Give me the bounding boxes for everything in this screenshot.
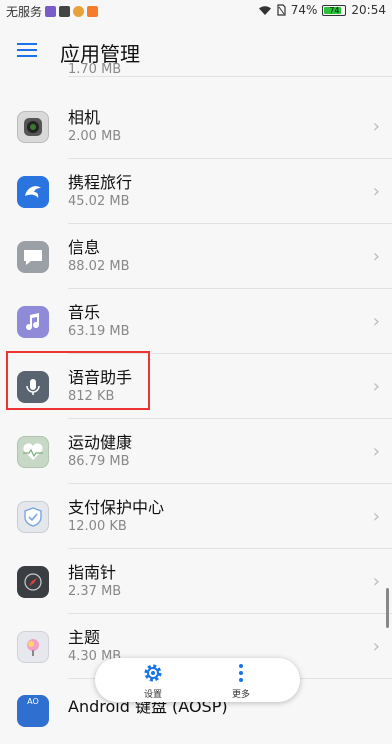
compass-icon bbox=[17, 566, 49, 598]
highlight-box bbox=[6, 351, 150, 410]
chevron-right-icon: › bbox=[372, 571, 380, 592]
image-notification-icon bbox=[59, 6, 71, 17]
chevron-right-icon: › bbox=[372, 181, 380, 202]
status-right: 74% 74 20:54 bbox=[258, 3, 386, 17]
list-item[interactable]: 信息 88.02 MB › bbox=[0, 224, 392, 289]
chevron-right-icon: › bbox=[372, 116, 380, 137]
carrier-text: 无服务 bbox=[6, 5, 43, 19]
app-size: 86.79 MB bbox=[68, 454, 130, 469]
more-label: 更多 bbox=[231, 690, 250, 700]
app-notification-icon bbox=[45, 6, 57, 17]
app-name: 支付保护中心 bbox=[68, 498, 165, 517]
no-sim-icon bbox=[277, 4, 286, 16]
scrollbar[interactable] bbox=[386, 588, 389, 628]
chevron-right-icon: › bbox=[372, 636, 380, 657]
more-vertical-icon bbox=[239, 664, 243, 682]
chevron-right-icon: › bbox=[372, 246, 380, 267]
clock: 20:54 bbox=[351, 3, 386, 17]
app-name: 信息 bbox=[68, 238, 101, 257]
list-item[interactable]: 音乐 63.19 MB › bbox=[0, 289, 392, 354]
app-bar: 应用管理 bbox=[0, 22, 392, 78]
status-bar: 无服务 74% 74 20:54 bbox=[0, 0, 392, 22]
list-item[interactable]: 支付保护中心 12.00 KB › bbox=[0, 484, 392, 549]
aosp-keyboard-icon: AO bbox=[17, 695, 49, 727]
theme-brush-icon bbox=[17, 631, 49, 663]
list-item[interactable]: 指南针 2.37 MB › bbox=[0, 549, 392, 614]
menu-icon[interactable] bbox=[14, 39, 40, 61]
music-note-icon bbox=[17, 306, 49, 338]
app-size: 2.00 MB bbox=[68, 129, 122, 144]
list-item[interactable]: 携程旅行 45.02 MB › bbox=[0, 159, 392, 224]
ctrip-dolphin-icon bbox=[17, 176, 49, 208]
list-item[interactable]: 运动健康 86.79 MB › bbox=[0, 419, 392, 484]
battery-percent: 74% bbox=[290, 3, 318, 17]
app-notification-icon-2 bbox=[87, 6, 99, 17]
app-name: 主题 bbox=[68, 628, 101, 647]
chevron-right-icon: › bbox=[372, 376, 380, 397]
app-size: 63.19 MB bbox=[68, 324, 130, 339]
list-item[interactable]: 相机 2.00 MB › bbox=[0, 94, 392, 159]
app-name: 运动健康 bbox=[68, 433, 133, 452]
settings-label: 设置 bbox=[143, 690, 162, 700]
shield-check-icon bbox=[17, 501, 49, 533]
chevron-right-icon: › bbox=[372, 441, 380, 462]
gear-icon bbox=[144, 664, 162, 682]
divider bbox=[68, 76, 392, 77]
more-button[interactable]: 更多 bbox=[211, 660, 271, 700]
camera-icon bbox=[17, 111, 49, 143]
app-size: 12.00 KB bbox=[68, 519, 127, 534]
app-name: 携程旅行 bbox=[68, 173, 133, 192]
wifi-icon bbox=[258, 5, 271, 15]
weibo-notification-icon bbox=[73, 6, 85, 17]
status-left: 无服务 bbox=[6, 3, 99, 20]
bottom-action-bar: 设置 更多 bbox=[95, 658, 300, 702]
battery-icon: 74 bbox=[322, 4, 347, 16]
app-name: 指南针 bbox=[68, 563, 117, 582]
app-name: 相机 bbox=[68, 108, 101, 127]
settings-button[interactable]: 设置 bbox=[123, 660, 183, 700]
app-size: 88.02 MB bbox=[68, 259, 130, 274]
heart-pulse-icon bbox=[17, 436, 49, 468]
chevron-right-icon: › bbox=[372, 311, 380, 332]
app-size: 45.02 MB bbox=[68, 194, 130, 209]
app-size: 2.37 MB bbox=[68, 584, 122, 599]
chevron-right-icon: › bbox=[372, 506, 380, 527]
app-name: 音乐 bbox=[68, 303, 101, 322]
message-bubble-icon bbox=[17, 241, 49, 273]
